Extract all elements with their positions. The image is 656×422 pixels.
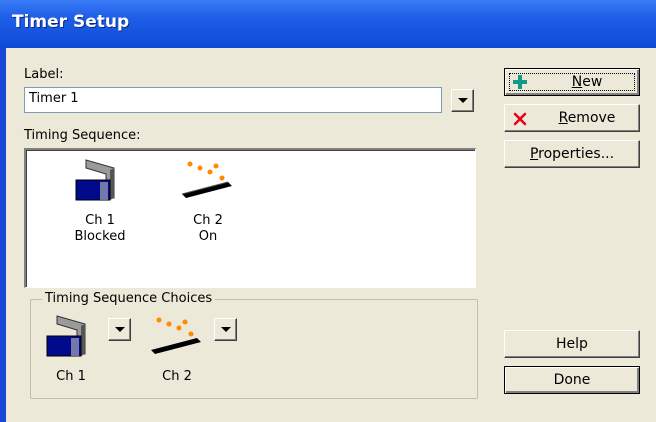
plus-icon (513, 75, 527, 89)
remove-button-label: Remove (535, 110, 639, 126)
help-button-label: Help (556, 336, 588, 352)
help-button[interactable]: Help (504, 330, 640, 358)
title-bar[interactable]: Timer Setup (0, 0, 656, 48)
choice-channel-label: Ch 2 (162, 369, 192, 384)
remove-label-rest: emove (567, 110, 616, 126)
new-label-rest: ew (582, 74, 603, 90)
label-caption: Label: (24, 67, 64, 82)
light-on-icon (181, 161, 232, 198)
choice-ch1[interactable]: Ch 1 (36, 314, 106, 385)
remove-x-icon (513, 112, 527, 126)
choice-ch2-dropdown-button[interactable] (214, 318, 237, 341)
sequence-item-state: On (198, 229, 218, 244)
properties-button-label: Properties... (505, 146, 639, 162)
new-button-label: New (535, 74, 639, 90)
properties-accelerator: P (529, 146, 539, 162)
choice-ch1-dropdown-button[interactable] (108, 318, 131, 341)
light-on-icon (151, 317, 201, 354)
remove-button[interactable]: Remove (504, 104, 640, 132)
done-button[interactable]: Done (504, 366, 640, 394)
dropdown-arrow-icon (221, 327, 231, 332)
window-title: Timer Setup (12, 12, 130, 32)
dropdown-arrow-icon (458, 98, 468, 103)
label-input-value: Timer 1 (29, 91, 79, 106)
choice-channel-label: Ch 1 (56, 369, 86, 384)
sequence-item-channel: Ch 2 (193, 213, 223, 228)
blocked-sensor-icon (75, 159, 115, 201)
choice-ch2[interactable]: Ch 2 (142, 314, 212, 385)
remove-accelerator: R (558, 110, 568, 126)
properties-label-rest: roperties... (538, 146, 615, 162)
choices-caption: Timing Sequence Choices (42, 291, 216, 306)
sequence-item-state: Blocked (74, 229, 126, 244)
label-dropdown-button[interactable] (451, 89, 474, 112)
timing-sequence-caption: Timing Sequence: (24, 128, 141, 143)
dropdown-arrow-icon (115, 327, 125, 332)
sequence-item-ch1[interactable]: Ch 1 Blocked (52, 158, 148, 245)
properties-button[interactable]: Properties... (504, 140, 640, 168)
sequence-item-channel: Ch 1 (85, 213, 115, 228)
label-input[interactable]: Timer 1 (24, 87, 442, 113)
new-accelerator: N (571, 74, 583, 90)
new-button[interactable]: New (504, 68, 640, 96)
sequence-item-ch2[interactable]: Ch 2 On (160, 158, 256, 245)
blocked-sensor-icon (46, 315, 86, 357)
done-button-label: Done (553, 372, 591, 388)
